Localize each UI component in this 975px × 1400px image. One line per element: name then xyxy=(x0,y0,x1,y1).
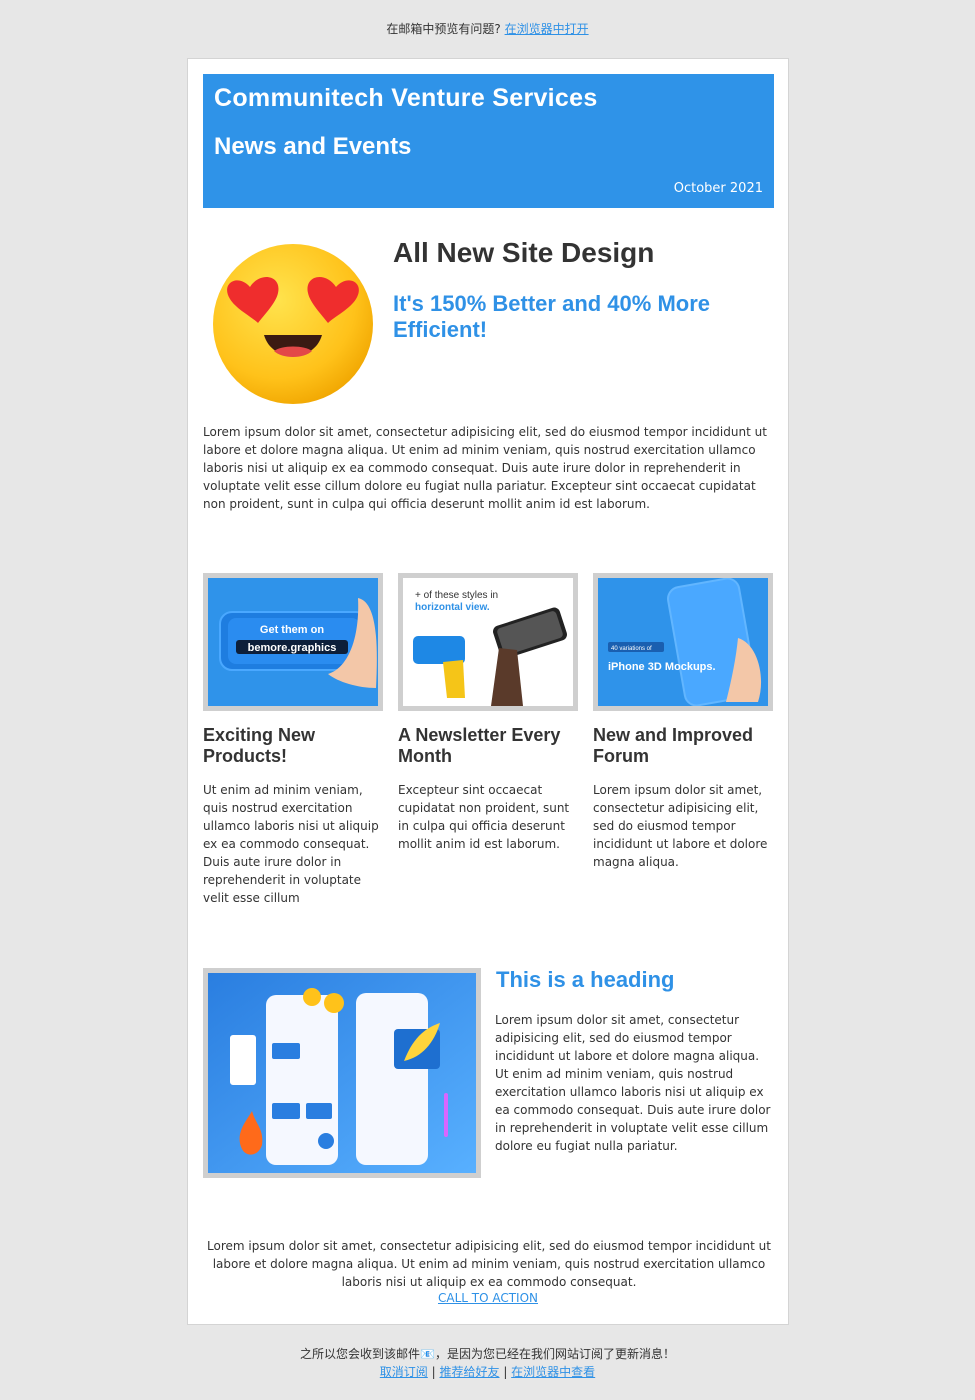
feature-image[interactable] xyxy=(203,968,481,1178)
products-image-text-1: Get them on xyxy=(260,624,324,636)
footer-separator: | xyxy=(499,1365,512,1379)
column-title: A Newsletter Every Month xyxy=(398,725,561,766)
hero-body: Lorem ipsum dolor sit amet, consectetur … xyxy=(203,425,767,511)
subscription-notice: 之所以您会收到该邮件📧，是因为您已经在我们网站订阅了更新消息！ xyxy=(300,1347,675,1361)
products-image-text-2: bemore.graphics xyxy=(248,642,337,654)
column-forum: 40 variations of iPhone 3D Mockups. New … xyxy=(593,573,773,871)
column-newsletter: + of these styles in horizontal view. A … xyxy=(398,573,578,853)
column-body: Excepteur sint occaecat cupidatat non pr… xyxy=(398,783,570,851)
preheader-text: 在邮箱中预览有问题? xyxy=(386,22,505,36)
feature-body: Lorem ipsum dolor sit amet, consectetur … xyxy=(495,1013,771,1153)
products-image[interactable]: Get them on bemore.graphics xyxy=(203,573,383,711)
call-to-action-link[interactable]: CALL TO ACTION xyxy=(438,1291,538,1305)
column-body: Lorem ipsum dolor sit amet, consectetur … xyxy=(593,783,768,869)
feature-heading: This is a heading xyxy=(496,967,675,992)
forum-image-text-2: iPhone 3D Mockups. xyxy=(608,661,716,673)
hero-title: All New Site Design xyxy=(393,237,655,268)
unsubscribe-link[interactable]: 取消订阅 xyxy=(380,1365,428,1379)
heart-eyes-emoji-icon xyxy=(213,244,373,404)
footer-separator: | xyxy=(427,1365,440,1379)
newsletter-image[interactable]: + of these styles in horizontal view. xyxy=(398,573,578,711)
iphone-mockup-illustration: 40 variations of iPhone 3D Mockups. xyxy=(598,578,768,706)
column-products: Get them on bemore.graphics Exciting New… xyxy=(203,573,383,907)
email-card: Communitech Venture Services News and Ev… xyxy=(187,58,789,1325)
company-name: Communitech Venture Services xyxy=(214,84,598,112)
hero-subtitle: It's 150% Better and 40% More Efficient! xyxy=(393,291,711,342)
column-title: Exciting New Products! xyxy=(203,725,316,766)
issue-date: October 2021 xyxy=(673,181,763,196)
preheader: 在邮箱中预览有问题? 在浏览器中打开 xyxy=(0,20,975,37)
app-mockup-illustration xyxy=(208,973,476,1173)
newsletter-image-text-1: + of these styles in xyxy=(415,590,498,601)
newsletter-image-text-2: horizontal view. xyxy=(415,602,490,613)
column-body: Ut enim ad minim veniam, quis nostrud ex… xyxy=(203,783,379,905)
email-footer: 之所以您会收到该邮件📧，是因为您已经在我们网站订阅了更新消息！ 取消订阅 | 推… xyxy=(0,1345,975,1381)
open-in-browser-link[interactable]: 在浏览器中打开 xyxy=(505,22,589,36)
column-title: New and Improved Forum xyxy=(593,725,754,766)
forum-image[interactable]: 40 variations of iPhone 3D Mockups. xyxy=(593,573,773,711)
newsletter-header: Communitech Venture Services News and Ev… xyxy=(203,74,774,208)
horizontal-phones-illustration: + of these styles in horizontal view. xyxy=(403,578,573,706)
hand-phone-illustration: Get them on bemore.graphics xyxy=(208,578,378,706)
newsletter-title: News and Events xyxy=(214,133,412,160)
forum-image-text-1: 40 variations of xyxy=(611,646,652,652)
view-in-browser-link[interactable]: 在浏览器中查看 xyxy=(511,1365,595,1379)
closing-text: Lorem ipsum dolor sit amet, consectetur … xyxy=(207,1239,771,1289)
forward-to-friend-link[interactable]: 推荐给好友 xyxy=(439,1365,499,1379)
